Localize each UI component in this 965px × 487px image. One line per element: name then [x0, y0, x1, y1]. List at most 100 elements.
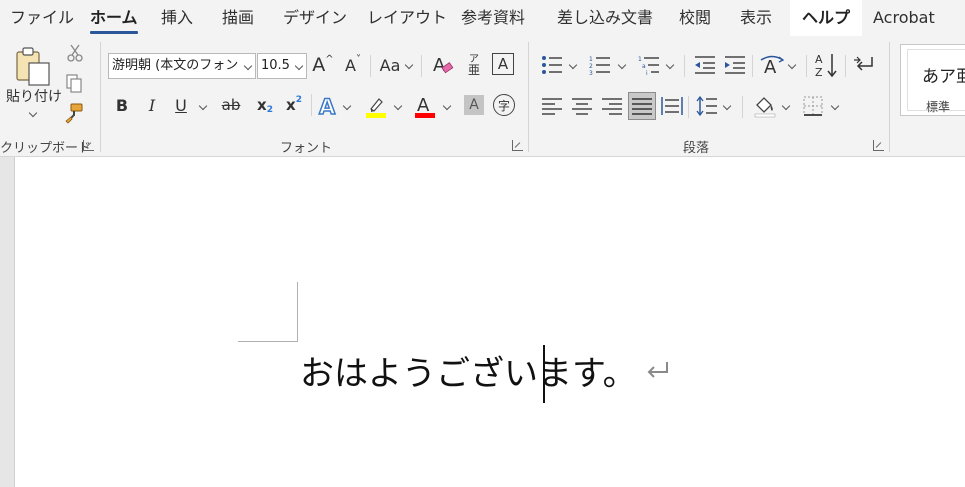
highlight-chevron-icon[interactable] — [394, 102, 402, 110]
align-right-button[interactable] — [600, 93, 624, 119]
show-paragraph-marks-button[interactable] — [851, 52, 877, 78]
align-right-icon — [602, 98, 622, 115]
change-case-chevron-icon[interactable] — [405, 61, 413, 69]
styles-gallery[interactable]: あア亜 標準 — [900, 44, 965, 116]
paste-dropdown-chevron-icon[interactable] — [29, 109, 37, 117]
text-boundary-mark — [297, 282, 298, 342]
superscript-button[interactable]: x2 — [283, 93, 305, 117]
phonetic-guide-button[interactable]: ア 亜 — [464, 52, 484, 78]
grow-font-icon: A — [312, 54, 326, 76]
separator — [688, 96, 689, 118]
group-separator — [528, 42, 529, 152]
svg-text:A: A — [319, 95, 336, 117]
underline-chevron-icon[interactable] — [199, 102, 207, 110]
change-case-button[interactable]: Aa — [377, 52, 403, 78]
cut-icon[interactable] — [66, 44, 84, 62]
font-color-chevron-icon[interactable] — [443, 102, 451, 110]
group-separator — [100, 42, 101, 152]
svg-text:2: 2 — [589, 63, 593, 70]
clear-formatting-icon: A — [433, 55, 454, 76]
tab-acrobat[interactable]: Acrobat — [873, 0, 935, 36]
borders-button[interactable] — [801, 93, 825, 119]
tab-file[interactable]: ファイル — [10, 0, 74, 36]
align-center-button[interactable] — [570, 93, 594, 119]
shading-button[interactable] — [752, 93, 778, 119]
svg-text:3: 3 — [589, 70, 593, 75]
document-canvas[interactable]: おはようございます。 — [0, 157, 965, 487]
tab-draw[interactable]: 描画 — [222, 0, 254, 36]
line-spacing-chevron-icon[interactable] — [723, 102, 731, 110]
separator — [806, 55, 807, 77]
subscript-button[interactable]: x2 — [254, 93, 276, 117]
text-caret — [543, 345, 545, 403]
tab-help[interactable]: ヘルプ — [790, 0, 863, 36]
font-size-combobox[interactable]: 10.5 — [257, 53, 307, 79]
style-sample-text: あア亜 — [922, 67, 965, 87]
paste-button-label[interactable]: 貼り付け — [6, 86, 62, 106]
asian-layout-button[interactable]: A — [759, 52, 785, 78]
grow-font-button[interactable]: A ^ — [311, 52, 335, 78]
shading-chevron-icon[interactable] — [782, 102, 790, 110]
text-effects-button[interactable]: A — [316, 93, 340, 119]
sort-button[interactable]: AZ — [813, 51, 839, 79]
character-shading-button[interactable]: A — [464, 95, 484, 115]
decrease-indent-button[interactable] — [693, 52, 717, 78]
line-spacing-button[interactable] — [695, 93, 719, 119]
text-effects-chevron-icon[interactable] — [343, 102, 351, 110]
tab-view[interactable]: 表示 — [740, 0, 772, 36]
shrink-font-button[interactable]: A ˅ — [342, 52, 364, 78]
separator — [752, 55, 753, 77]
italic-button[interactable]: I — [142, 93, 162, 117]
paragraph-return-icon — [647, 362, 668, 378]
tab-review[interactable]: 校閲 — [679, 0, 711, 36]
highlight-button[interactable] — [363, 93, 389, 119]
tab-mailings[interactable]: 差し込み文書 — [557, 0, 653, 36]
strikethrough-button[interactable]: ab — [219, 93, 243, 117]
character-border-button[interactable]: A — [492, 53, 514, 75]
numbering-chevron-icon[interactable] — [618, 61, 626, 69]
format-painter-icon[interactable] — [63, 102, 85, 124]
svg-text:1: 1 — [589, 56, 593, 63]
numbering-button[interactable]: 123 — [588, 52, 612, 78]
character-border-icon: A — [497, 55, 509, 73]
justify-button[interactable] — [628, 92, 656, 120]
paragraph-dialog-launcher-icon[interactable] — [873, 140, 884, 151]
align-left-button[interactable] — [540, 93, 564, 119]
font-dialog-launcher-icon[interactable] — [512, 140, 523, 151]
multilevel-list-chevron-icon[interactable] — [666, 61, 674, 69]
svg-text:A: A — [764, 57, 777, 76]
font-name-combobox[interactable]: 游明朝 (本文のフォン — [108, 53, 256, 79]
copy-icon[interactable] — [64, 74, 84, 94]
bullets-button[interactable] — [540, 52, 564, 78]
increase-indent-button[interactable] — [723, 52, 747, 78]
multilevel-list-button[interactable]: 1ai — [637, 52, 661, 78]
tab-insert[interactable]: 挿入 — [161, 0, 193, 36]
distributed-button[interactable] — [660, 93, 684, 119]
font-color-button[interactable]: A — [413, 93, 437, 119]
document-paragraph[interactable]: おはようございます。 — [300, 353, 637, 395]
tab-design[interactable]: デザイン — [283, 0, 347, 36]
bold-button[interactable]: B — [112, 93, 132, 117]
separator — [684, 55, 685, 77]
borders-icon — [803, 96, 823, 116]
borders-chevron-icon[interactable] — [831, 102, 839, 110]
asian-layout-chevron-icon[interactable] — [788, 61, 796, 69]
tab-layout[interactable]: レイアウト — [367, 0, 447, 36]
tab-references[interactable]: 参考資料 — [461, 0, 525, 36]
enclose-characters-button[interactable]: 字 — [493, 94, 515, 116]
style-name: 標準 — [926, 100, 951, 114]
bullets-chevron-icon[interactable] — [569, 61, 577, 69]
paste-icon[interactable] — [14, 46, 54, 90]
svg-text:Z: Z — [815, 66, 823, 78]
strikethrough-icon: ab — [221, 96, 241, 114]
svg-text:a: a — [642, 63, 646, 70]
style-normal[interactable]: あア亜 標準 — [907, 49, 965, 114]
clipboard-dialog-launcher-icon[interactable] — [83, 140, 94, 151]
underline-button[interactable]: U — [171, 93, 191, 117]
paragraph-mark-icon — [854, 56, 873, 71]
svg-text:A: A — [417, 95, 430, 116]
clear-formatting-button[interactable]: A — [430, 52, 456, 78]
separator — [421, 55, 422, 77]
svg-text:1: 1 — [638, 56, 642, 63]
tab-home[interactable]: ホーム — [90, 0, 138, 36]
